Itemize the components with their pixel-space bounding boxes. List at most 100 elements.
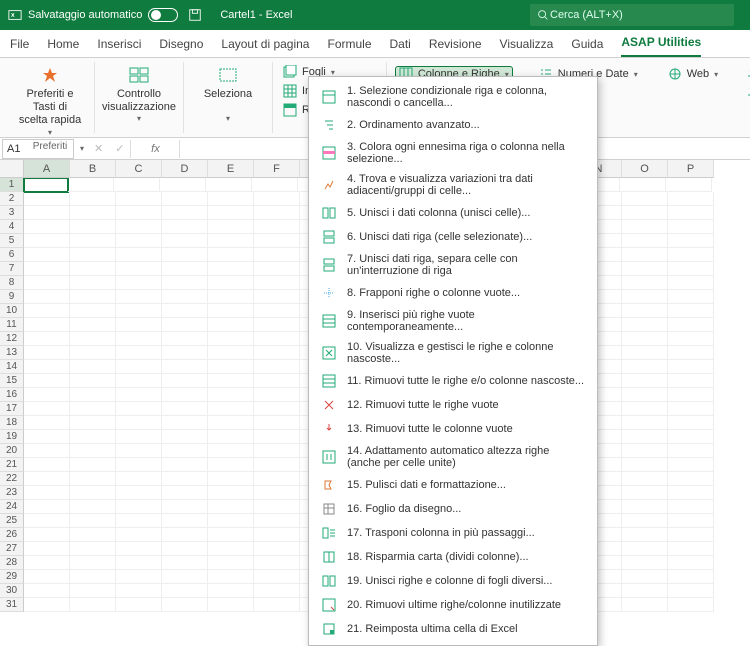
select-all-corner[interactable] <box>0 160 24 178</box>
cell[interactable] <box>116 332 162 346</box>
cell[interactable] <box>70 360 116 374</box>
col-header[interactable]: E <box>208 160 254 178</box>
cell[interactable] <box>668 584 714 598</box>
cell[interactable] <box>70 528 116 542</box>
cell[interactable] <box>68 178 114 192</box>
cell[interactable] <box>620 178 666 192</box>
cell[interactable] <box>668 416 714 430</box>
menu-item-2[interactable]: 2. Ordinamento avanzato... <box>309 113 597 137</box>
cell[interactable] <box>668 388 714 402</box>
cell[interactable] <box>668 192 714 206</box>
cell[interactable] <box>254 388 300 402</box>
menu-item-5[interactable]: 5. Unisci i dati colonna (unisci celle).… <box>309 201 597 225</box>
menu-item-18[interactable]: 18. Risparmia carta (dividi colonne)... <box>309 545 597 569</box>
cell[interactable] <box>622 192 668 206</box>
cell[interactable] <box>162 444 208 458</box>
cell[interactable] <box>208 430 254 444</box>
cell[interactable] <box>116 374 162 388</box>
cell[interactable] <box>208 514 254 528</box>
cell[interactable] <box>254 290 300 304</box>
cell[interactable] <box>116 402 162 416</box>
cell[interactable] <box>208 290 254 304</box>
cell[interactable] <box>116 290 162 304</box>
cell[interactable] <box>254 598 300 612</box>
cell[interactable] <box>24 248 70 262</box>
cell[interactable] <box>162 542 208 556</box>
cell[interactable] <box>24 598 70 612</box>
row-header[interactable]: 22 <box>0 472 24 486</box>
cell[interactable] <box>254 570 300 584</box>
cell[interactable] <box>622 500 668 514</box>
cell[interactable] <box>70 556 116 570</box>
cell[interactable] <box>24 458 70 472</box>
cell[interactable] <box>208 444 254 458</box>
cell[interactable] <box>24 262 70 276</box>
cell[interactable] <box>668 458 714 472</box>
cell[interactable] <box>668 248 714 262</box>
menu-item-4[interactable]: 4. Trova e visualizza variazioni tra dat… <box>309 169 597 201</box>
cell[interactable] <box>254 332 300 346</box>
cell[interactable] <box>162 486 208 500</box>
cell[interactable] <box>668 402 714 416</box>
cell[interactable] <box>162 584 208 598</box>
tab-file[interactable]: File <box>10 31 29 57</box>
importa-button[interactable]: Importa▾ <box>742 64 750 80</box>
cell[interactable] <box>254 486 300 500</box>
row-header[interactable]: 18 <box>0 416 24 430</box>
cell[interactable] <box>116 528 162 542</box>
row-header[interactable]: 10 <box>0 304 24 318</box>
cell[interactable] <box>70 472 116 486</box>
cell[interactable] <box>70 262 116 276</box>
cell[interactable] <box>622 472 668 486</box>
row-header[interactable]: 14 <box>0 360 24 374</box>
cell[interactable] <box>162 570 208 584</box>
cell[interactable] <box>668 290 714 304</box>
row-header[interactable]: 30 <box>0 584 24 598</box>
cell[interactable] <box>162 346 208 360</box>
cell[interactable] <box>208 472 254 486</box>
cell[interactable] <box>622 458 668 472</box>
row-header[interactable]: 15 <box>0 374 24 388</box>
cell[interactable] <box>622 584 668 598</box>
cell[interactable] <box>622 220 668 234</box>
cell[interactable] <box>622 570 668 584</box>
cell[interactable] <box>116 234 162 248</box>
tab-home[interactable]: Home <box>47 31 79 57</box>
name-box-chev[interactable]: ▾ <box>76 144 88 153</box>
cell[interactable] <box>162 276 208 290</box>
menu-item-20[interactable]: 20. Rimuovi ultime righe/colonne inutili… <box>309 593 597 617</box>
cell[interactable] <box>622 234 668 248</box>
row-header[interactable]: 24 <box>0 500 24 514</box>
cell[interactable] <box>24 304 70 318</box>
cell[interactable] <box>208 458 254 472</box>
row-header[interactable]: 8 <box>0 276 24 290</box>
row-header[interactable]: 27 <box>0 542 24 556</box>
cell[interactable] <box>622 514 668 528</box>
cell[interactable] <box>162 556 208 570</box>
cell[interactable] <box>116 192 162 206</box>
cell[interactable] <box>622 206 668 220</box>
tab-inserisci[interactable]: Inserisci <box>97 31 141 57</box>
cell[interactable] <box>162 458 208 472</box>
cell[interactable] <box>162 248 208 262</box>
menu-item-9[interactable]: 9. Inserisci più righe vuote contemporan… <box>309 305 597 337</box>
cell[interactable] <box>668 276 714 290</box>
menu-item-3[interactable]: 3. Colora ogni ennesima riga o colonna n… <box>309 137 597 169</box>
row-header[interactable]: 11 <box>0 318 24 332</box>
cell[interactable] <box>24 374 70 388</box>
cell[interactable] <box>116 206 162 220</box>
search-input[interactable] <box>550 9 728 21</box>
cell[interactable] <box>24 206 70 220</box>
cell[interactable] <box>24 402 70 416</box>
cell[interactable] <box>24 332 70 346</box>
cell[interactable] <box>208 598 254 612</box>
cell[interactable] <box>70 206 116 220</box>
cell[interactable] <box>668 598 714 612</box>
cell[interactable] <box>162 332 208 346</box>
row-header[interactable]: 2 <box>0 192 24 206</box>
row-header[interactable]: 16 <box>0 388 24 402</box>
cell[interactable] <box>622 388 668 402</box>
cell[interactable] <box>668 206 714 220</box>
cell[interactable] <box>254 304 300 318</box>
cell[interactable] <box>162 360 208 374</box>
